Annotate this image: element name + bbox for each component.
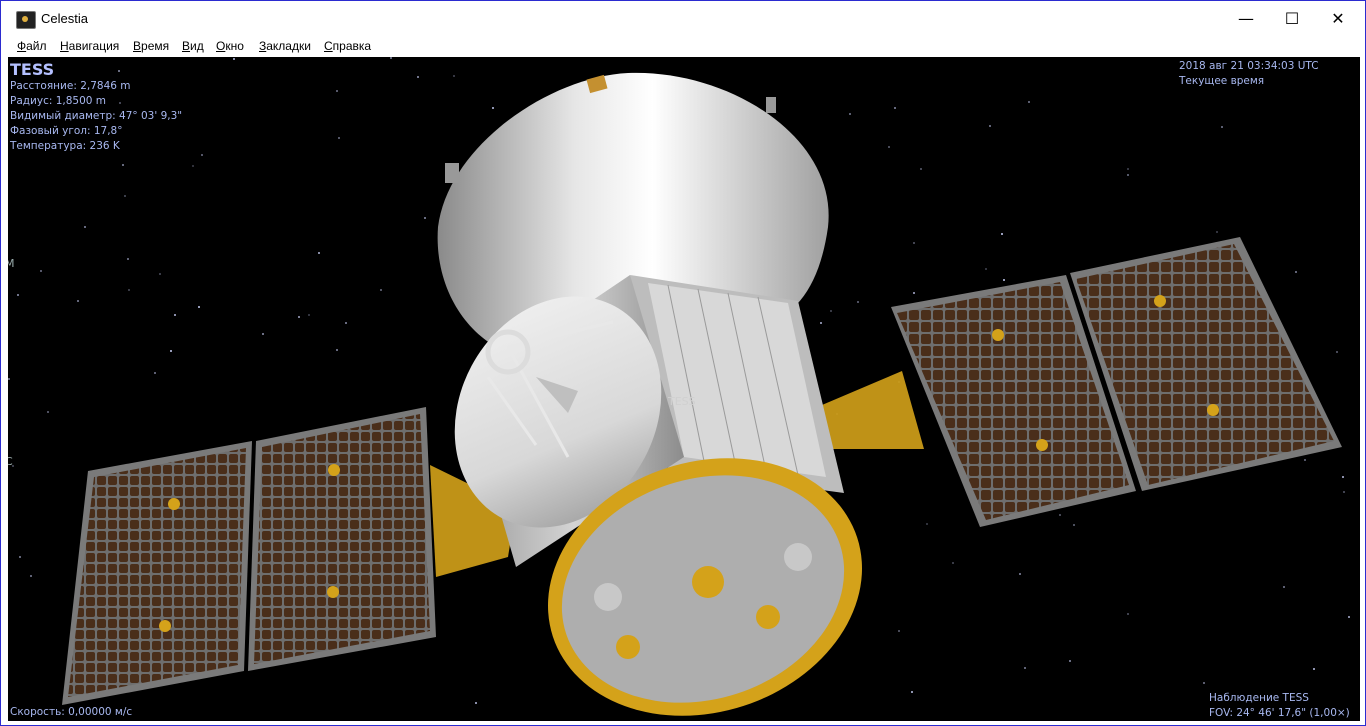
observe-panel: Наблюдение TESS FOV: 24° 46' 17,6" (1,00… bbox=[1209, 691, 1350, 721]
edge-label-m: M bbox=[8, 257, 15, 270]
window-title: Celestia bbox=[41, 11, 88, 26]
close-button[interactable]: ✕ bbox=[1315, 1, 1361, 37]
menu-file[interactable]: Файл bbox=[17, 39, 47, 53]
tess-spacecraft-scene[interactable]: TESS bbox=[8, 57, 1360, 721]
left-solar-array bbox=[62, 407, 516, 705]
object-info-panel: TESS Расстояние: 2,7846 m Радиус: 1,8500… bbox=[10, 61, 182, 154]
minimize-button[interactable]: — bbox=[1223, 1, 1269, 37]
title-bar[interactable]: Celestia — ☐ ✕ bbox=[1, 1, 1365, 37]
phase-angle-readout: Фазовый угол: 17,8° bbox=[10, 125, 123, 137]
distance-readout: Расстояние: 2,7846 m bbox=[10, 80, 131, 92]
time-panel: 2018 авг 21 03:34:03 UTC Текущее время bbox=[1179, 59, 1319, 89]
temperature-readout: Температура: 236 K bbox=[10, 140, 120, 152]
edge-label-c: C bbox=[8, 455, 13, 468]
fov-readout: FOV: 24° 46' 17,6" (1,00×) bbox=[1209, 707, 1350, 719]
menu-view[interactable]: Вид bbox=[182, 39, 204, 53]
right-solar-array bbox=[822, 237, 1342, 527]
maximize-button[interactable]: ☐ bbox=[1269, 1, 1315, 37]
menu-navigation[interactable]: Навигация bbox=[60, 39, 119, 53]
object-name: TESS bbox=[10, 60, 55, 79]
sim-datetime: 2018 авг 21 03:34:03 UTC bbox=[1179, 60, 1319, 72]
render-viewport[interactable]: TESS TESS Расстояние: 2,7846 m Радиус: 1… bbox=[8, 57, 1360, 721]
menu-window[interactable]: Окно bbox=[216, 39, 244, 53]
speed-readout: Скорость: 0,00000 м/с bbox=[10, 706, 133, 718]
tess-object-label: TESS bbox=[667, 395, 696, 408]
menu-help[interactable]: Справка bbox=[324, 39, 371, 53]
radius-readout: Радиус: 1,8500 m bbox=[10, 95, 107, 107]
celestia-window: Celestia — ☐ ✕ Файл Навигация Время Вид … bbox=[0, 0, 1366, 726]
time-mode: Текущее время bbox=[1179, 75, 1265, 87]
menu-time[interactable]: Время bbox=[133, 39, 169, 53]
menu-bookmarks[interactable]: Закладки bbox=[259, 39, 311, 53]
celestia-app-icon bbox=[16, 11, 36, 29]
menu-bar: Файл Навигация Время Вид Окно Закладки С… bbox=[1, 37, 1365, 57]
observe-target: Наблюдение TESS bbox=[1209, 692, 1309, 704]
apparent-diameter-readout: Видимый диаметр: 47° 03' 9,3" bbox=[10, 110, 183, 122]
